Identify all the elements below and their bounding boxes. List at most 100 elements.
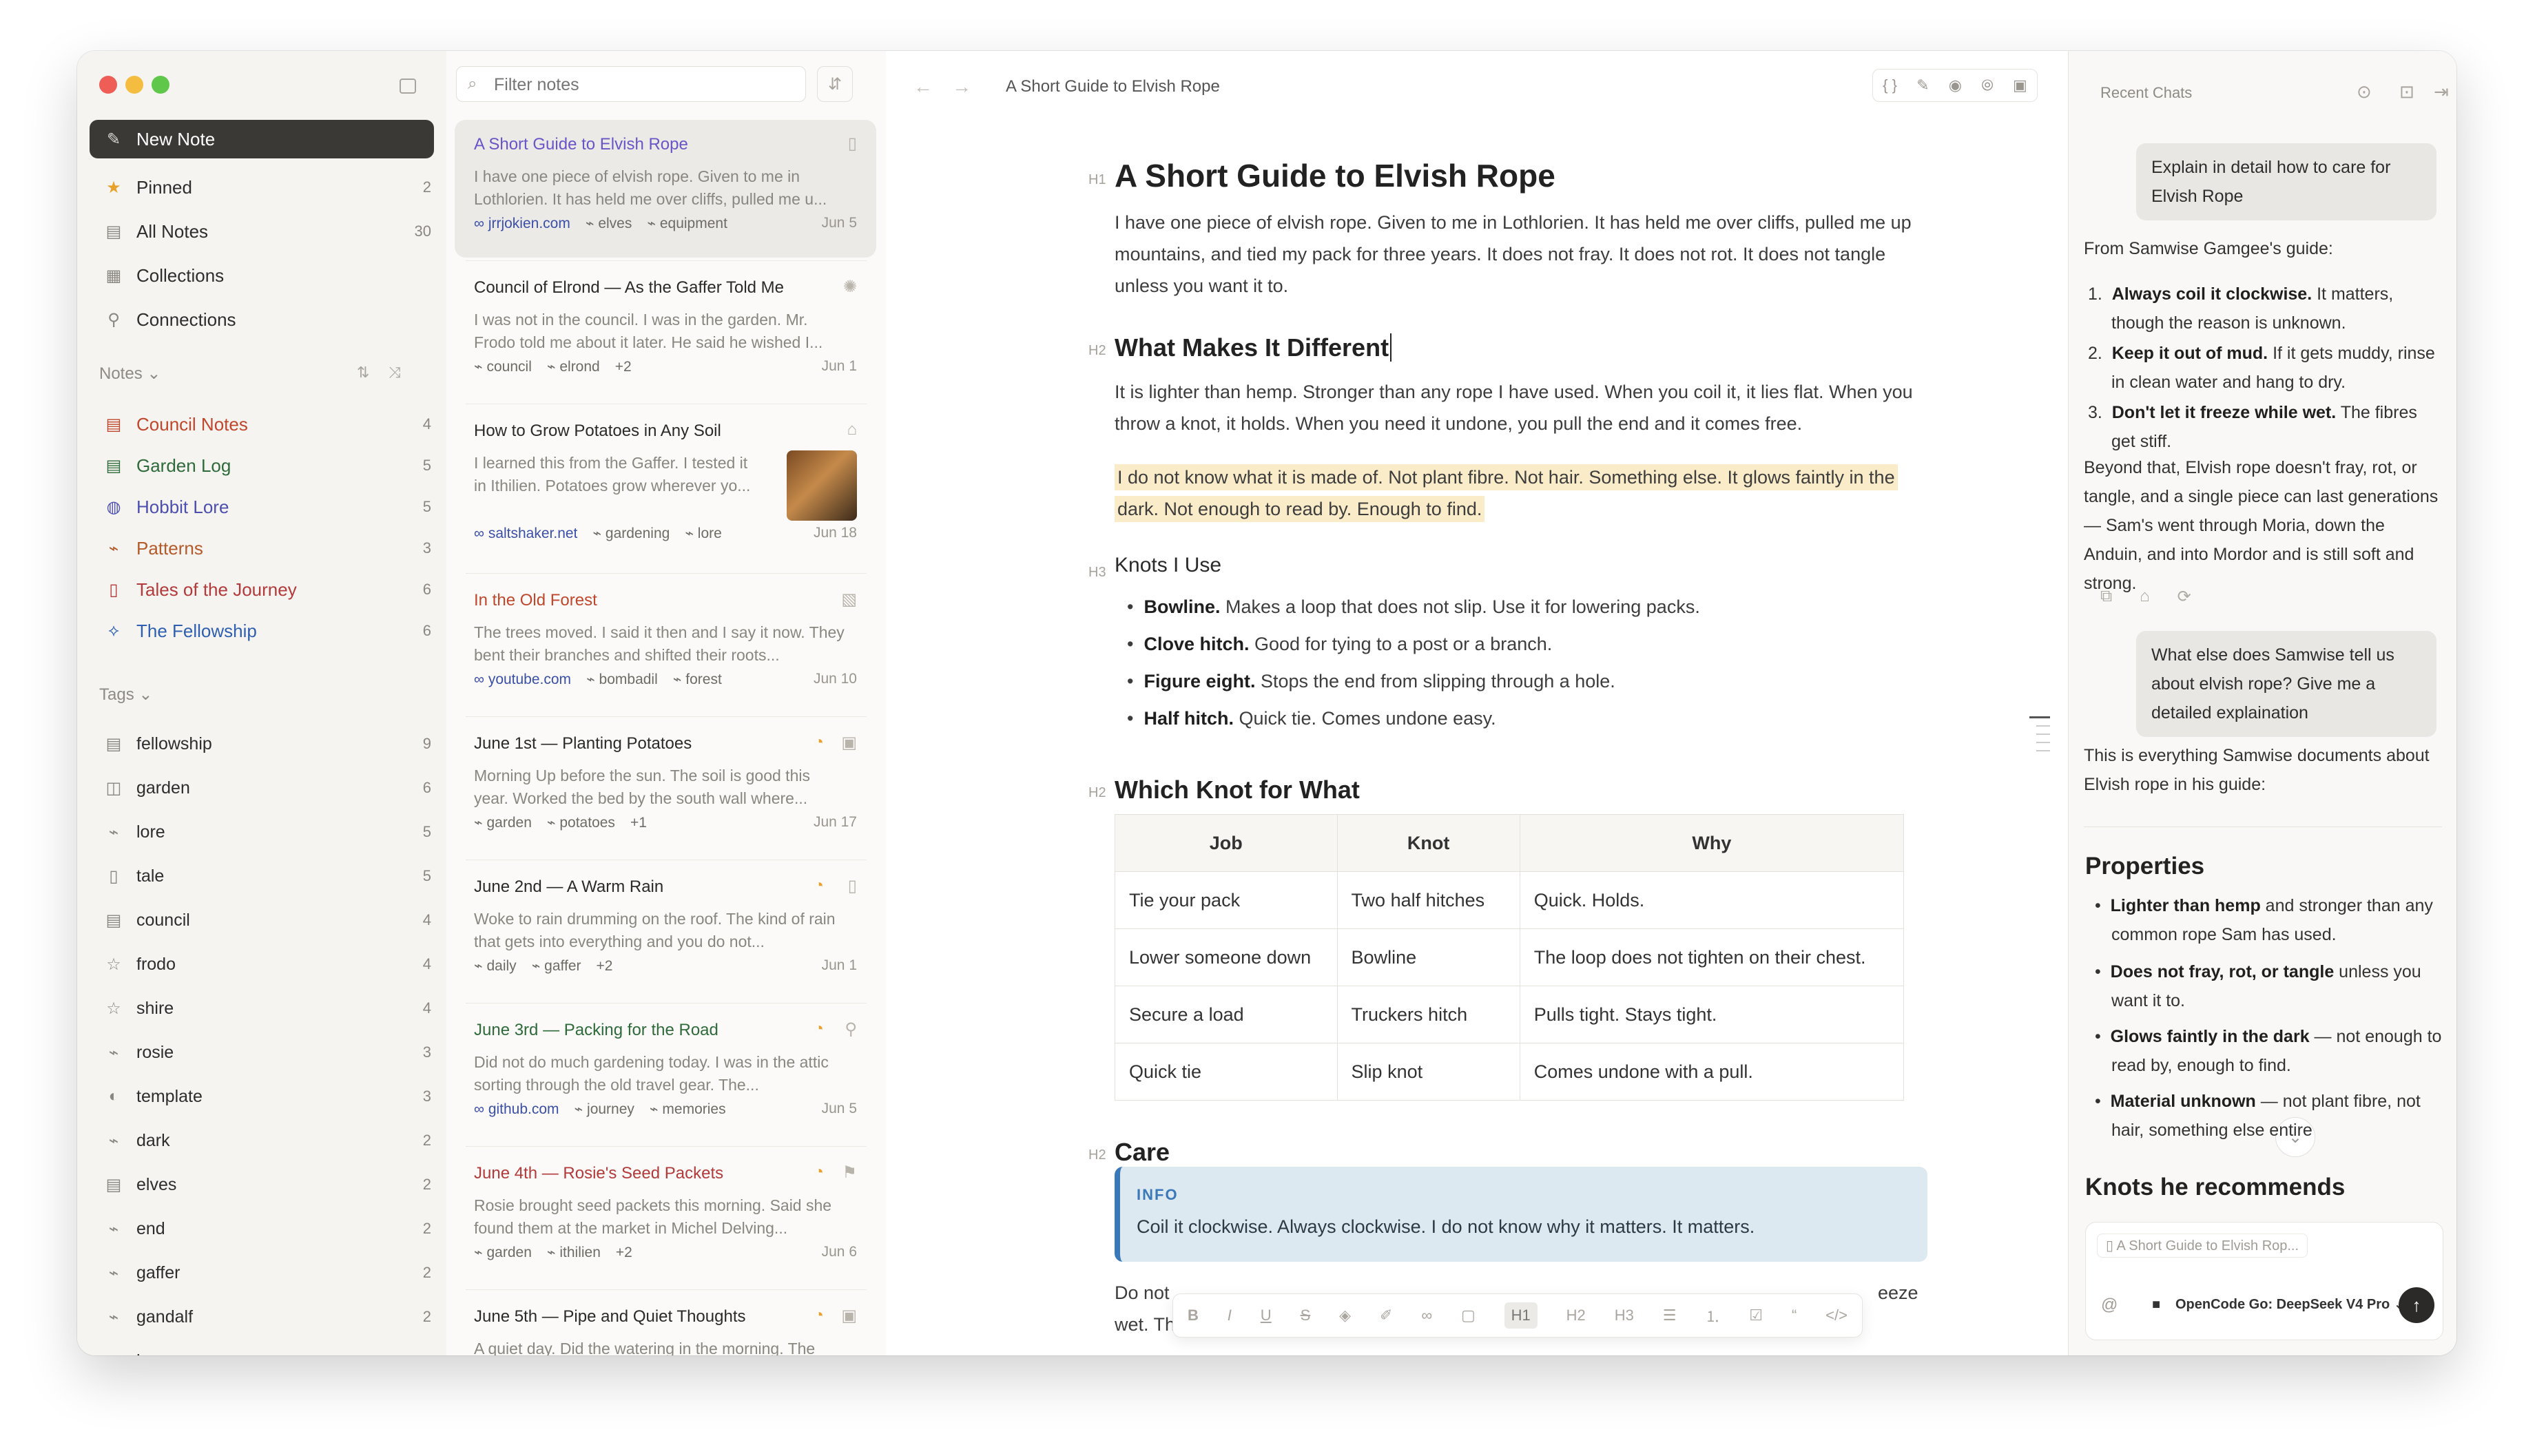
sidebar-collection-garden-log[interactable]: ▤ Garden Log 5 (90, 446, 434, 485)
at-icon[interactable]: @ (2101, 1296, 2118, 1315)
underline-icon[interactable]: U (1261, 1307, 1272, 1324)
sidebar-tag-elves[interactable]: ▤ elves 2 (90, 1165, 434, 1204)
code-icon[interactable]: </> (1825, 1307, 1848, 1324)
paragraph-2[interactable]: It is lighter than hemp. Stronger than a… (1115, 376, 1934, 439)
sidebar-collection-the-fellowship[interactable]: ⟡ The Fellowship 6 (90, 612, 434, 650)
table-cell[interactable]: Tie your pack (1115, 871, 1338, 929)
sidebar-toggle-icon[interactable] (400, 79, 416, 94)
forward-arrow-icon[interactable]: → (952, 76, 971, 98)
sidebar-tag-fellowship[interactable]: ▤ fellowship 9 (90, 725, 434, 763)
table-cell[interactable]: Slip knot (1336, 1043, 1520, 1101)
knot-bullet[interactable]: • Half hitch. Quick tie. Comes undone ea… (1127, 708, 1496, 729)
note-card[interactable]: June 2nd — A Warm Rain Woke to rain drumm… (455, 862, 876, 1000)
knot-bullet[interactable]: • Bowline. Makes a loop that does not sl… (1127, 596, 1700, 618)
eye-icon[interactable]: ◉ (1949, 76, 1962, 94)
note-card[interactable]: In the Old Forest The trees moved. I said… (455, 576, 876, 714)
table-cell[interactable]: Truckers hitch (1336, 986, 1520, 1043)
sidebar-tag-shire[interactable]: ☆ shire 4 (90, 989, 434, 1028)
note-card[interactable]: Council of Elrond — As the Gaffer Told M… (455, 263, 876, 401)
code-view-icon[interactable]: { } (1883, 76, 1897, 94)
heading-what-makes-it-different[interactable]: What Makes It Different (1115, 333, 1392, 362)
sidebar-tag-garden[interactable]: ◫ garden 6 (90, 769, 434, 807)
sidebar-collection-tales-of-the-journey[interactable]: ▯ Tales of the Journey 6 (90, 570, 434, 609)
heading1-icon[interactable]: H1 (1504, 1302, 1538, 1329)
panel-icon[interactable]: ▣ (2013, 76, 2027, 94)
highlight-icon[interactable]: ◈ (1339, 1307, 1351, 1324)
edit-icon[interactable]: ✎ (1916, 76, 1929, 94)
note-card-icon[interactable]: ▧ (841, 590, 857, 610)
heading3-icon[interactable]: H3 (1615, 1307, 1634, 1324)
mic-icon[interactable]: ⦾ (1981, 76, 1994, 94)
sidebar-tag-template[interactable]: ◐ template 3 (90, 1077, 434, 1116)
note-card-icon[interactable]: ▣ (841, 733, 857, 753)
note-card-icon[interactable]: ✺ (843, 277, 857, 297)
shuffle-icon[interactable]: ⤨ (389, 364, 401, 382)
history-icon[interactable]: ⊙ (2357, 81, 2372, 103)
note-card[interactable]: A Short Guide to Elvish Rope I have one p… (455, 120, 876, 258)
chat-composer[interactable]: ▯ A Short Guide to Elvish Rop... @ ■ Ope… (2085, 1222, 2443, 1340)
knot-bullet[interactable]: • Figure eight. Stops the end from slipp… (1127, 671, 1615, 692)
heading-knots-i-use[interactable]: Knots I Use (1115, 554, 1221, 577)
paragraph-4-line2[interactable]: wet. Th (1115, 1309, 1175, 1340)
heading-care[interactable]: Care (1115, 1138, 1170, 1167)
context-chip[interactable]: ▯ A Short Guide to Elvish Rop... (2097, 1234, 2308, 1258)
model-selector[interactable]: OpenCode Go: DeepSeek V4 Pro ⌄ (2175, 1296, 2405, 1313)
note-card-icon[interactable]: ▣ (841, 1306, 857, 1326)
knot-bullet[interactable]: • Clove hitch. Good for tying to a post … (1127, 634, 1552, 655)
highlighted-paragraph[interactable]: I do not know what it is made of. Not pl… (1115, 461, 1934, 525)
exit-icon[interactable]: ⇥ (2434, 81, 2449, 103)
breadcrumb[interactable]: A Short Guide to Elvish Rope (1006, 77, 1220, 96)
quote-icon[interactable]: “ (1792, 1307, 1797, 1324)
sort-icon[interactable]: ⇅ (357, 364, 369, 382)
zoom-window-button[interactable] (152, 76, 169, 94)
table-cell[interactable]: Lower someone down (1115, 928, 1338, 986)
table-cell[interactable]: Bowline (1336, 928, 1520, 986)
note-card[interactable]: June 4th — Rosie's Seed Packets Rosie bro… (455, 1149, 876, 1287)
heading-which-knot[interactable]: Which Knot for What (1115, 776, 1360, 804)
outline-indicator[interactable] (2029, 716, 2050, 751)
sidebar-item-all-notes[interactable]: ▤ All Notes 30 (90, 212, 434, 251)
sidebar-tag-end[interactable]: ⌁ end 2 (90, 1209, 434, 1248)
retry-icon[interactable]: ⟳ (2177, 587, 2191, 607)
note-card-icon[interactable]: ▯ (848, 876, 857, 896)
close-window-button[interactable] (99, 76, 117, 94)
note-card-icon[interactable]: ⚲ (845, 1019, 857, 1039)
sidebar-item-pinned[interactable]: ★ Pinned 2 (90, 168, 434, 207)
back-arrow-icon[interactable]: ← (913, 76, 933, 98)
note-card[interactable]: June 5th — Pipe and Quiet Thoughts A quie… (455, 1292, 876, 1355)
sidebar-collection-patterns[interactable]: ⌁ Patterns 3 (90, 529, 434, 568)
bullet-list-icon[interactable]: ☰ (1663, 1307, 1677, 1324)
sidebar-tag-gandalf[interactable]: ⌁ gandalf 2 (90, 1298, 434, 1336)
tags-section-header[interactable]: Tags ⌄ (99, 685, 152, 705)
sidebar-tag-council[interactable]: ▤ council 4 (90, 901, 434, 939)
filter-notes-input[interactable] (493, 72, 791, 97)
sidebar-item-collections[interactable]: ▦ Collections (90, 256, 434, 295)
sort-notes-button[interactable]: ⇵ (817, 66, 853, 102)
table-cell[interactable]: The loop does not tighten on their chest… (1519, 928, 1905, 986)
table-cell[interactable]: Two half hitches (1336, 871, 1520, 929)
sidebar-collection-council-notes[interactable]: ▤ Council Notes 4 (90, 405, 434, 444)
table-cell[interactable]: Secure a load (1115, 986, 1338, 1043)
table-cell[interactable]: Quick tie (1115, 1043, 1338, 1101)
note-card-icon[interactable]: ⌂ (847, 420, 858, 439)
numbered-list-icon[interactable]: ⒈ (1705, 1304, 1720, 1327)
table-cell[interactable]: Comes undone with a pull. (1519, 1043, 1905, 1101)
sidebar-tag-lore[interactable]: ⌁ lore 5 (90, 813, 434, 851)
note-card[interactable]: June 3rd — Packing for the Road Did not d… (455, 1006, 876, 1143)
save-icon[interactable]: ⌂ (2140, 587, 2150, 607)
link-icon[interactable]: ∞ (1421, 1307, 1432, 1324)
notes-section-header[interactable]: Notes ⌄ (99, 364, 161, 384)
new-chat-icon[interactable]: ⊡ (2399, 81, 2414, 103)
note-card[interactable]: How to Grow Potatoes in Any Soil I learne… (455, 406, 876, 570)
copy-icon[interactable]: ⧉ (2100, 587, 2112, 607)
sidebar-tag-rosie[interactable]: ⌁ rosie 3 (90, 1033, 434, 1072)
heading2-icon[interactable]: H2 (1566, 1307, 1586, 1324)
note-link-icon[interactable]: ▢ (1461, 1307, 1476, 1324)
sidebar-tag-gaffer[interactable]: ⌁ gaffer 2 (90, 1254, 434, 1292)
paragraph-4-end[interactable]: eeze (1878, 1277, 1918, 1309)
note-card-icon[interactable]: ▯ (848, 134, 857, 154)
note-card[interactable]: June 1st — Planting Potatoes Morning Up b… (455, 719, 876, 857)
table-cell[interactable]: Pulls tight. Stays tight. (1519, 986, 1905, 1043)
send-button[interactable]: ↑ (2399, 1287, 2434, 1323)
new-note-button[interactable]: ✎ New Note (90, 120, 434, 158)
